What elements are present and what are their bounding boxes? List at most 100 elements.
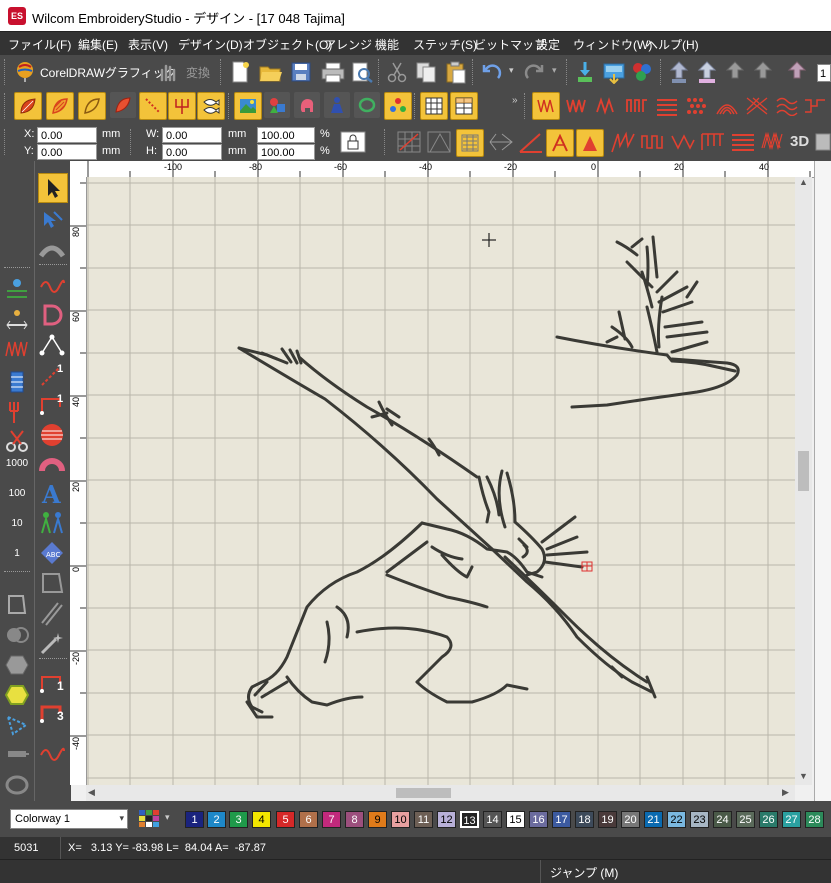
- column-grip[interactable]: [39, 658, 67, 662]
- scroll-up-icon[interactable]: ▲: [799, 177, 808, 187]
- fish-motif-button[interactable]: [197, 92, 225, 120]
- color-swatch-12[interactable]: 12: [437, 811, 456, 828]
- auto-digitize-button[interactable]: [294, 92, 320, 118]
- jagged-edge-icon[interactable]: [610, 130, 636, 154]
- shapes-button[interactable]: [264, 92, 290, 118]
- height-field[interactable]: 0.00: [162, 144, 222, 160]
- column-grip[interactable]: [4, 267, 30, 271]
- cross-stitch-icon[interactable]: [745, 96, 769, 116]
- color-swatch-18[interactable]: 18: [575, 811, 594, 828]
- paste-icon[interactable]: [444, 60, 468, 84]
- stitch-player-icon[interactable]: [786, 60, 808, 84]
- wave-fill-icon[interactable]: [775, 96, 799, 116]
- import-embroidery-icon[interactable]: [574, 60, 596, 84]
- menu-object[interactable]: オブジェクト(O): [243, 36, 332, 53]
- y-field[interactable]: 0.00: [37, 144, 97, 160]
- square-wave-icon[interactable]: [640, 130, 666, 154]
- undo-icon[interactable]: [480, 62, 502, 82]
- height-percent-field[interactable]: 100.00: [257, 144, 315, 160]
- needle-icon[interactable]: [5, 743, 29, 767]
- wave-line-icon[interactable]: [38, 271, 66, 299]
- pattern-fill-icon[interactable]: [685, 96, 709, 116]
- menu-view[interactable]: 表示(V): [128, 36, 168, 53]
- stacked-lines-icon[interactable]: [730, 130, 756, 154]
- color-swatch-8[interactable]: 8: [345, 811, 364, 828]
- machine-manager-icon[interactable]: [752, 60, 774, 84]
- blanket-stitch-icon[interactable]: [700, 130, 726, 154]
- color-wheel-button[interactable]: [384, 92, 412, 120]
- vertical-scroll-thumb[interactable]: [798, 451, 809, 491]
- scroll-right-icon[interactable]: ▶: [782, 787, 789, 798]
- print-icon[interactable]: [320, 61, 346, 83]
- color-swatch-23[interactable]: 23: [690, 811, 709, 828]
- color-swatch-21[interactable]: 21: [644, 811, 663, 828]
- color-swatch-2[interactable]: 2: [207, 811, 226, 828]
- hexagon-yellow-icon[interactable]: [5, 683, 29, 707]
- undo-dropdown-icon[interactable]: ▾: [509, 65, 514, 76]
- design-canvas[interactable]: [87, 177, 795, 785]
- horizontal-scroll-thumb[interactable]: [396, 788, 451, 798]
- menu-function[interactable]: 機能: [375, 36, 399, 53]
- column-c-button[interactable]: [110, 92, 136, 118]
- tatami-icon[interactable]: [625, 96, 649, 116]
- color-swatch-27[interactable]: 27: [782, 811, 801, 828]
- zigzag-outline-icon[interactable]: [670, 130, 696, 154]
- outline-shape-icon[interactable]: [5, 593, 29, 617]
- digitize-d-icon[interactable]: [38, 301, 66, 329]
- appliqué-shape-icon[interactable]: [38, 569, 66, 597]
- stitch-angle-icon[interactable]: [426, 130, 452, 154]
- export-machine-icon[interactable]: [696, 60, 718, 84]
- parallel-lines-icon[interactable]: [38, 599, 66, 627]
- contour-fill-icon[interactable]: [715, 96, 739, 116]
- redo-dropdown-icon[interactable]: ▾: [552, 65, 557, 76]
- color-swatch-4[interactable]: 4: [252, 811, 271, 828]
- column-grip[interactable]: [4, 571, 30, 575]
- satin-stitch-icon[interactable]: [565, 96, 589, 116]
- stitch-length-icon[interactable]: [4, 307, 30, 333]
- color-swatch-3[interactable]: 3: [229, 811, 248, 828]
- width-field[interactable]: 0.00: [162, 127, 222, 143]
- redo-icon[interactable]: [524, 62, 546, 82]
- color-swatch-17[interactable]: 17: [552, 811, 571, 828]
- coreldraw-button[interactable]: CorelDRAWグラフィック: [40, 64, 177, 81]
- monogram-icon[interactable]: ABC: [38, 539, 66, 567]
- new-file-icon[interactable]: [229, 60, 251, 84]
- turning-angle-icon[interactable]: [518, 130, 544, 154]
- color-swatch-1[interactable]: 1: [185, 811, 204, 828]
- reshape-pointer-icon[interactable]: [38, 206, 66, 234]
- thread-chart-icon[interactable]: [630, 60, 654, 84]
- vertical-scrollbar[interactable]: ▲ ▼: [795, 177, 812, 785]
- sketch-stitch-icon[interactable]: [760, 130, 786, 154]
- print-preview-icon[interactable]: [350, 61, 374, 83]
- color-swatch-11[interactable]: 11: [414, 811, 433, 828]
- color-swatch-25[interactable]: 25: [736, 811, 755, 828]
- split-satin-icon[interactable]: [595, 96, 619, 116]
- scroll-left-icon[interactable]: ◀: [88, 787, 95, 798]
- toolbar-grip[interactable]: [4, 93, 7, 119]
- open-folder-icon[interactable]: [258, 61, 284, 83]
- run-line-button[interactable]: [139, 92, 167, 120]
- palette-dropdown-icon[interactable]: ▾: [165, 812, 170, 823]
- pattern-run-icon[interactable]: [488, 130, 514, 154]
- color-swatch-7[interactable]: 7: [322, 811, 341, 828]
- copy-icon[interactable]: [414, 60, 438, 84]
- docker-panel[interactable]: [814, 161, 831, 801]
- send-machine-icon[interactable]: [668, 60, 690, 84]
- path-edit-icon[interactable]: [38, 331, 66, 359]
- 3d-view-icon[interactable]: 3D: [790, 133, 809, 150]
- circle-cutout-icon[interactable]: [5, 623, 29, 647]
- grid-button[interactable]: [420, 92, 448, 120]
- toolbar-grip[interactable]: [4, 129, 7, 155]
- reshape-grid-icon[interactable]: [396, 130, 422, 154]
- fork-icon[interactable]: [4, 399, 30, 425]
- wave-run-icon[interactable]: [38, 739, 66, 767]
- column-b-button[interactable]: [78, 92, 106, 120]
- complex-fill-button[interactable]: [14, 92, 42, 120]
- color-swatch-24[interactable]: 24: [713, 811, 732, 828]
- ruler-icon[interactable]: [814, 130, 831, 154]
- scroll-down-icon[interactable]: ▼: [799, 771, 808, 781]
- trident-button[interactable]: [168, 92, 196, 120]
- lettering-a-icon[interactable]: A: [38, 479, 66, 507]
- color-swatch-22[interactable]: 22: [667, 811, 686, 828]
- import-graphic-icon[interactable]: [602, 60, 626, 84]
